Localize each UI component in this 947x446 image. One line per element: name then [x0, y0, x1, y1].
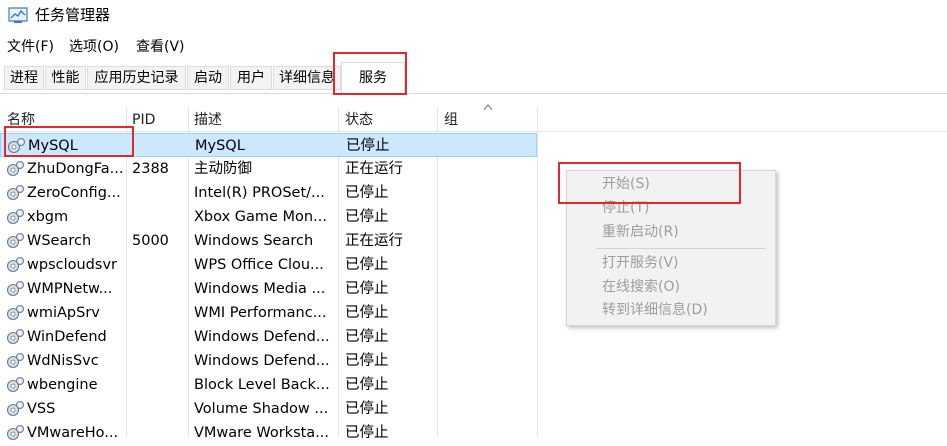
tab-startup[interactable]: 启动 [187, 66, 229, 90]
service-description: Volume Shadow ... [194, 401, 329, 417]
tab-performance[interactable]: 性能 [45, 66, 86, 90]
service-row[interactable]: wmiApSrv WMI Performanc... 已停止 [0, 301, 537, 325]
service-name: VMwareHo... [27, 425, 119, 441]
column-description[interactable]: 描述 [194, 111, 222, 129]
service-name: xbgm [27, 209, 69, 225]
service-name: wmiApSrv [27, 305, 100, 321]
service-name: WMPNetw... [27, 281, 113, 297]
context-menu-restart[interactable]: 重新启动(R) [602, 223, 679, 241]
service-status: 已停止 [345, 281, 389, 297]
service-gear-icon [5, 400, 25, 418]
service-status: 已停止 [345, 329, 389, 345]
context-menu-go-to-details[interactable]: 转到详细信息(D) [602, 301, 708, 319]
service-gear-icon [5, 424, 25, 442]
service-description: WPS Office Clou... [194, 257, 324, 273]
service-row[interactable]: WMPNetw... Windows Media ... 已停止 [0, 277, 537, 301]
service-status: 已停止 [345, 305, 389, 321]
context-menu-separator [596, 248, 766, 249]
title-bar: 任务管理器 [0, 0, 947, 34]
service-name: WdNisSvc [27, 353, 99, 369]
service-description: MySQL [195, 138, 245, 154]
service-row[interactable]: VSS Volume Shadow ... 已停止 [0, 397, 537, 421]
column-status[interactable]: 状态 [345, 111, 373, 129]
service-row[interactable]: wpscloudsvr WPS Office Clou... 已停止 [0, 253, 537, 277]
service-status: 已停止 [345, 185, 389, 201]
menu-file[interactable]: 文件(F) [7, 38, 54, 56]
service-name: wpscloudsvr [27, 257, 117, 273]
service-status: 已停止 [345, 209, 389, 225]
service-gear-icon [5, 328, 25, 346]
service-row[interactable]: VMwareHo... VMware Worksta... 已停止 [0, 421, 537, 445]
service-description: 主动防御 [194, 161, 252, 177]
service-description: Windows Defend... [194, 329, 330, 345]
service-name: VSS [27, 401, 56, 417]
context-menu-open-services[interactable]: 打开服务(V) [602, 254, 679, 272]
menu-view[interactable]: 查看(V) [136, 38, 185, 56]
service-gear-icon [5, 280, 25, 298]
service-gear-icon [5, 256, 25, 274]
service-name: ZhuDongFa... [27, 161, 124, 177]
menu-options[interactable]: 选项(O) [69, 38, 119, 56]
service-status: 已停止 [346, 138, 390, 154]
service-row[interactable]: wbengine Block Level Back... 已停止 [0, 373, 537, 397]
service-row[interactable]: WSearch 5000 Windows Search 正在运行 [0, 229, 537, 253]
service-gear-icon [5, 232, 25, 250]
service-description: Windows Defend... [194, 353, 330, 369]
service-name: WSearch [27, 233, 92, 249]
service-description: Block Level Back... [194, 377, 330, 393]
service-status: 已停止 [345, 425, 389, 441]
service-name: wbengine [27, 377, 98, 393]
highlight-box [4, 126, 134, 157]
task-manager-icon [8, 7, 28, 23]
service-description: Windows Search [194, 233, 314, 249]
service-gear-icon [5, 208, 25, 226]
column-pid[interactable]: PID [132, 111, 155, 129]
service-description: Xbox Game Mon... [194, 209, 327, 225]
service-status: 已停止 [345, 401, 389, 417]
service-pid: 5000 [132, 233, 169, 249]
service-description: Intel(R) PROSet/... [194, 185, 325, 201]
service-pid: 2388 [132, 161, 169, 177]
service-status: 已停止 [345, 353, 389, 369]
service-gear-icon [5, 352, 25, 370]
service-description: VMware Worksta... [194, 425, 330, 441]
service-description: WMI Performanc... [194, 305, 327, 321]
service-row[interactable]: WdNisSvc Windows Defend... 已停止 [0, 349, 537, 373]
service-row[interactable]: ZhuDongFa... 2388 主动防御 正在运行 [0, 157, 537, 181]
tab-details[interactable]: 详细信息 [273, 66, 341, 90]
service-row[interactable]: xbgm Xbox Game Mon... 已停止 [0, 205, 537, 229]
service-gear-icon [5, 376, 25, 394]
tab-app-history[interactable]: 应用历史记录 [87, 66, 186, 90]
service-name: WinDefend [27, 329, 107, 345]
service-gear-icon [5, 184, 25, 202]
service-status: 正在运行 [345, 161, 403, 177]
service-description: Windows Media ... [194, 281, 326, 297]
service-status: 已停止 [345, 257, 389, 273]
tab-users[interactable]: 用户 [230, 66, 272, 90]
column-divider[interactable] [537, 107, 538, 437]
service-gear-icon [5, 304, 25, 322]
context-menu-search-online[interactable]: 在线搜索(O) [602, 278, 680, 296]
highlight-box [333, 52, 407, 95]
tab-processes[interactable]: 进程 [4, 66, 44, 90]
highlight-box [558, 162, 741, 204]
window-title: 任务管理器 [35, 6, 111, 24]
sort-caret-icon [483, 104, 493, 111]
service-status: 已停止 [345, 377, 389, 393]
service-name: ZeroConfig... [27, 185, 121, 201]
service-row[interactable]: ZeroConfig... Intel(R) PROSet/... 已停止 [0, 181, 537, 205]
service-gear-icon [5, 160, 25, 178]
service-row[interactable]: WinDefend Windows Defend... 已停止 [0, 325, 537, 349]
service-status: 正在运行 [345, 233, 403, 249]
column-group[interactable]: 组 [444, 111, 458, 129]
